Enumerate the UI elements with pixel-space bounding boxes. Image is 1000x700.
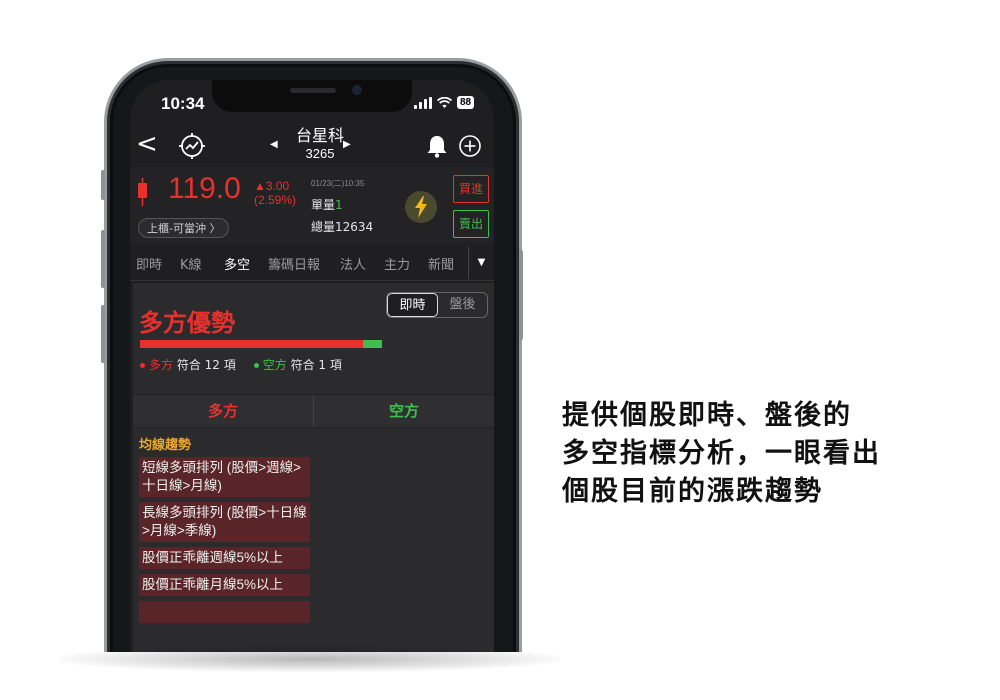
caption-line: 提供個股即時、盤後的: [562, 400, 852, 431]
back-icon[interactable]: <: [136, 130, 158, 158]
stock-title[interactable]: 台星科 3265: [270, 126, 370, 162]
stock-name: 台星科: [295, 126, 344, 145]
change-percent: (2.59%): [254, 193, 297, 207]
mute-switch: [101, 170, 105, 200]
bear-bar-fill: [363, 340, 382, 348]
bear-count-label: 空方: [262, 358, 287, 372]
bull-signal-list: 短線多頭排列 (股價>週線>十日線>月線) 長線多頭排列 (股價>十日線>月線>…: [139, 457, 310, 628]
speaker: [290, 88, 336, 93]
tab-chip-report[interactable]: 籌碼日報: [268, 254, 320, 273]
candlestick-icon: [138, 178, 147, 206]
signal-icon: [414, 96, 432, 109]
app-screen: 10:34 88 < ◀ 台星科 3265 ▶ 119.0 ▲3.00 (2.5…: [130, 80, 494, 700]
bull-dot: [140, 363, 145, 368]
buy-button[interactable]: 買進: [453, 175, 489, 203]
bull-count: 多方 符合 12 項: [140, 356, 236, 373]
bear-count-text: 符合 1 項: [290, 358, 342, 372]
tab-main-force[interactable]: 主力: [384, 254, 410, 273]
stock-code: 3265: [305, 146, 335, 161]
volume-down-button: [101, 305, 105, 363]
unit-volume: 單量1: [311, 196, 343, 213]
bull-bear-panel: 多方優勢 即時 盤後 多方 符合 12 項 空方 符合 1 項 多方 空方 均線…: [130, 283, 494, 700]
change-value: ▲3.00: [254, 179, 290, 193]
power-button: [519, 250, 523, 340]
status-time: 10:34: [161, 94, 205, 113]
bull-count-text: 符合 12 項: [176, 358, 236, 372]
market-tag[interactable]: 上櫃-可當沖 〉: [138, 218, 230, 238]
tab-bar: 即時 K線 多空 籌碼日報 法人 主力 新聞 ▼: [130, 245, 494, 281]
toggle-after-hours[interactable]: 盤後: [438, 293, 487, 317]
price-change: ▲3.00 (2.59%): [254, 179, 296, 207]
nav-bar: < ◀ 台星科 3265 ▶: [130, 126, 494, 166]
next-stock-icon[interactable]: ▶: [343, 139, 351, 150]
volume-up-button: [101, 230, 105, 288]
quote-datetime: 01/23(二)10:35: [311, 179, 365, 188]
col-bull: 多方: [133, 395, 314, 427]
bolt-glyph: [415, 196, 427, 218]
trend-chart-icon[interactable]: [178, 132, 206, 160]
bear-dot: [253, 363, 259, 368]
panel-content: 多方優勢 即時 盤後 多方 符合 12 項 空方 符合 1 項 多方 空方 均線…: [133, 283, 494, 700]
tab-realtime[interactable]: 即時: [136, 254, 162, 273]
unit-volume-label: 單量: [311, 198, 336, 212]
total-volume: 總量12634: [311, 220, 374, 234]
caption-line: 個股目前的漲跌趨勢: [562, 476, 823, 507]
toggle-realtime[interactable]: 即時: [387, 293, 438, 317]
list-item: 股價正乖離週線5%以上: [139, 547, 310, 569]
last-price: 119.0: [168, 172, 241, 205]
promo-caption: 提供個股即時、盤後的 多空指標分析，一眼看出 個股目前的漲跌趨勢: [562, 397, 881, 511]
tab-institutional[interactable]: 法人: [340, 254, 366, 273]
bull-bear-ratio-bar: [140, 340, 382, 348]
signal-counts: 多方 符合 12 項 空方 符合 1 項: [140, 356, 342, 373]
front-camera: [352, 85, 362, 95]
bell-icon[interactable]: [426, 134, 448, 158]
bull-count-label: 多方: [149, 358, 174, 372]
sell-button[interactable]: 賣出: [453, 210, 489, 238]
col-bear: 空方: [388, 402, 419, 420]
tab-more-icon[interactable]: ▼: [468, 247, 494, 279]
tab-bull-bear[interactable]: 多空: [224, 254, 250, 273]
unit-volume-value: 1: [335, 198, 343, 212]
verdict-headline: 多方優勢: [139, 309, 235, 337]
list-item: 長線多頭排列 (股價>十日線>月線>季線): [139, 502, 310, 542]
lightning-icon[interactable]: [405, 191, 437, 223]
status-icons: 88: [414, 96, 475, 109]
list-item-partial: [139, 601, 310, 623]
list-item: 短線多頭排列 (股價>週線>十日線>月線): [139, 457, 310, 497]
notch: [212, 80, 412, 112]
session-toggle: 即時 盤後: [386, 292, 488, 318]
add-watchlist-icon[interactable]: [458, 134, 482, 158]
tab-news[interactable]: 新聞: [428, 254, 454, 273]
column-header: 多方 空方: [133, 394, 494, 428]
tab-kline[interactable]: K線: [180, 254, 202, 273]
section-title: 均線趨勢: [139, 438, 192, 453]
bull-bar-fill: [140, 340, 364, 348]
wifi-icon: [437, 96, 452, 108]
phone-base-shadow: [60, 646, 560, 672]
list-item: 股價正乖離月線5%以上: [139, 574, 310, 596]
battery-icon: 88: [457, 96, 475, 109]
bear-count: 空方 符合 1 項: [253, 356, 342, 373]
caption-line: 多空指標分析，一眼看出: [562, 438, 881, 469]
